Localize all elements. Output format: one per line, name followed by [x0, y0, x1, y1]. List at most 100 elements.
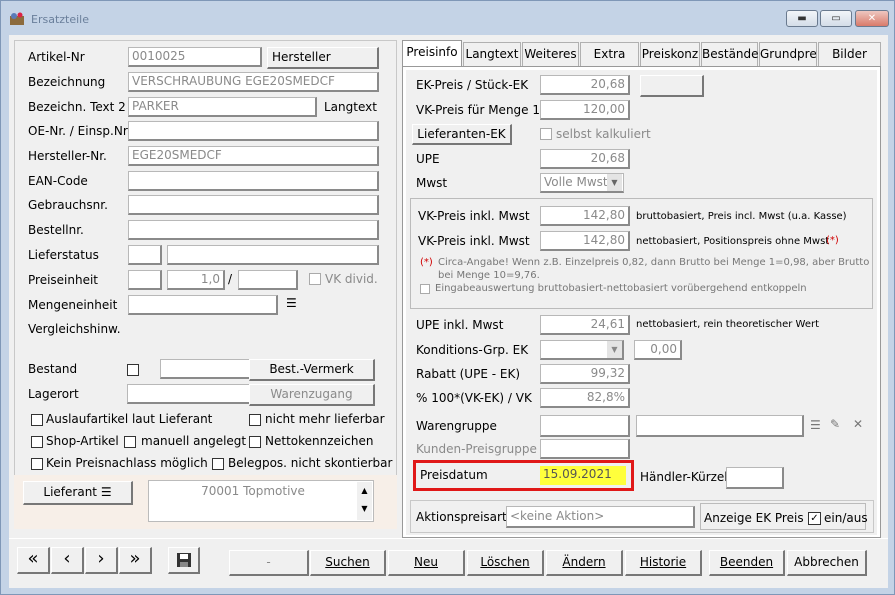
- vk-inkl-field-1[interactable]: 142,80: [540, 206, 630, 226]
- kunden-preisgruppe-field[interactable]: [540, 439, 630, 459]
- lieferant-button-label: Lieferant: [43, 485, 97, 499]
- preisdatum-field[interactable]: 15.09.2021: [540, 466, 626, 485]
- rabatt-field[interactable]: 99,32: [540, 364, 630, 384]
- vk-inkl-field-2[interactable]: 142,80: [540, 231, 630, 251]
- upe-field[interactable]: 20,68: [540, 149, 630, 169]
- tab-bilder[interactable]: Bilder: [818, 42, 881, 66]
- upe-inkl-field[interactable]: 24,61: [540, 315, 630, 335]
- lieferant-textbox[interactable]: 70001 Topmotive ▲ ▼: [148, 480, 374, 522]
- lieferant-scrollbar[interactable]: ▲ ▼: [357, 482, 372, 520]
- neu-button[interactable]: Neu: [388, 550, 465, 576]
- lieferant-button[interactable]: Lieferant ☰: [23, 481, 133, 505]
- kein-preis-checkbox[interactable]: [31, 458, 43, 470]
- bestand-label: Bestand: [28, 362, 78, 376]
- double-left-icon: «: [27, 548, 39, 569]
- netto-checkbox[interactable]: [249, 436, 261, 448]
- hersteller-button[interactable]: Hersteller: [267, 47, 379, 69]
- last-record-button[interactable]: »: [119, 547, 152, 574]
- lagerort-field[interactable]: [127, 384, 267, 404]
- gebrauchsnr-field[interactable]: [128, 195, 379, 215]
- title-bar: Ersatzteile ▬ ▭ ✕: [1, 1, 894, 35]
- ean-field[interactable]: [128, 171, 379, 191]
- best-vermerk-button[interactable]: Best.-Vermerk: [249, 359, 375, 381]
- preiseinheit-unit-field[interactable]: [238, 270, 298, 290]
- belegpos-checkbox[interactable]: [212, 458, 224, 470]
- entkoppeln-label: Eingabeauswertung bruttobasiert-nettobas…: [435, 283, 807, 294]
- bottom-toolbar: « ‹ › » - Suchen Neu Löschen Ändern Hist…: [9, 538, 888, 588]
- suchen-button[interactable]: Suchen: [310, 550, 386, 576]
- first-record-button[interactable]: «: [17, 547, 50, 574]
- app-icon: [10, 12, 24, 25]
- manuell-checkbox[interactable]: [124, 436, 136, 448]
- historie-button[interactable]: Historie: [625, 550, 702, 576]
- entkoppeln-checkbox[interactable]: [420, 284, 430, 294]
- auslauf-checkbox[interactable]: [31, 414, 43, 426]
- bezeichnung-field[interactable]: VERSCHRAUBUNG EGE20SMEDCF: [128, 72, 379, 92]
- chevron-down-icon[interactable]: ▼: [607, 174, 622, 191]
- tab-preisinfo[interactable]: Preisinfo: [402, 40, 462, 67]
- list-icon[interactable]: ☰: [810, 418, 821, 432]
- client-area: Artikel-Nr 0010025 Hersteller Bezeichnun…: [9, 35, 888, 588]
- save-button[interactable]: [168, 547, 200, 574]
- list-icon[interactable]: ☰: [286, 296, 297, 310]
- hersteller-nr-field[interactable]: EGE20SMEDCF: [128, 146, 379, 166]
- maximize-button[interactable]: ▭: [820, 10, 852, 27]
- lieferstatus-code-field[interactable]: [128, 245, 162, 265]
- aktionspreisart-field[interactable]: <keine Aktion>: [506, 506, 695, 528]
- preiseinheit-field[interactable]: 1,0: [167, 270, 225, 290]
- list-icon: ☰: [100, 485, 112, 499]
- minimize-button[interactable]: ▬: [786, 10, 818, 27]
- haendler-kuerzel-field[interactable]: [726, 467, 784, 489]
- prozent-field[interactable]: 82,8%: [540, 388, 630, 408]
- lieferstatus-text-field[interactable]: [167, 245, 379, 265]
- bestand-checkbox[interactable]: [127, 364, 139, 376]
- chevron-down-icon[interactable]: ▼: [607, 341, 622, 358]
- right-icon: ›: [97, 548, 105, 569]
- nicht-mehr-checkbox[interactable]: [249, 414, 261, 426]
- ek-preis-field[interactable]: 20,68: [540, 75, 630, 95]
- scroll-up-icon[interactable]: ▲: [357, 482, 372, 500]
- check-icon[interactable]: ✓: [808, 512, 821, 525]
- close-button[interactable]: ✕: [855, 10, 889, 27]
- bestellnr-label: Bestellnr.: [28, 223, 84, 237]
- beenden-button[interactable]: Beenden: [709, 550, 785, 576]
- abbrechen-button[interactable]: Abbrechen: [787, 550, 867, 576]
- scroll-down-icon[interactable]: ▼: [357, 500, 372, 518]
- gebrauchsnr-label: Gebrauchsnr.: [28, 198, 108, 212]
- loeschen-button[interactable]: Löschen: [467, 550, 544, 576]
- oe-nr-field[interactable]: [128, 121, 379, 141]
- tab-preiskonz[interactable]: Preiskonz: [640, 42, 700, 66]
- warenzugang-button[interactable]: Warenzugang: [249, 384, 375, 406]
- bezeichnung2-field[interactable]: PARKER: [128, 97, 317, 117]
- selbst-kalkuliert-checkbox[interactable]: [540, 128, 552, 140]
- tab-bestaende[interactable]: Bestände: [701, 42, 759, 66]
- delete-icon[interactable]: ✕: [853, 417, 863, 431]
- aendern-button[interactable]: Ändern: [546, 550, 623, 576]
- prev-record-button[interactable]: ‹: [51, 547, 84, 574]
- preiseinheit-label: Preiseinheit: [28, 273, 99, 287]
- warengruppe-text-field[interactable]: [636, 415, 804, 437]
- bezeichnung2-label: Bezeichn. Text 2: [28, 100, 126, 114]
- preisinfo-inner: EK-Preis / Stück-EK 20,68 VK-Preis für M…: [406, 70, 877, 535]
- preiseinheit-code-field[interactable]: [128, 270, 162, 290]
- tab-extra[interactable]: Extra: [580, 42, 639, 66]
- vk-menge-field[interactable]: 120,00: [540, 100, 630, 120]
- bestellnr-field[interactable]: [128, 220, 379, 240]
- tab-weiteres[interactable]: Weiteres: [522, 42, 579, 66]
- aktionspreisart-label: Aktionspreisart: [416, 510, 507, 524]
- preisinfo-panel: EK-Preis / Stück-EK 20,68 VK-Preis für M…: [402, 66, 881, 538]
- next-record-button[interactable]: ›: [85, 547, 118, 574]
- lieferanten-ek-button[interactable]: Lieferanten-EK: [412, 124, 512, 145]
- shop-checkbox[interactable]: [31, 436, 43, 448]
- tab-grundpreis[interactable]: Grundpre: [759, 42, 817, 66]
- warengruppe-code-field[interactable]: [540, 415, 630, 437]
- artikel-nr-field[interactable]: 0010025: [128, 47, 262, 67]
- tab-langtext[interactable]: Langtext: [463, 42, 521, 66]
- mengeneinheit-field[interactable]: [128, 295, 278, 315]
- mwst-value: Volle Mwst: [544, 175, 608, 189]
- konditions-value[interactable]: 0,00: [634, 340, 682, 360]
- ek-extra-button[interactable]: [640, 75, 704, 97]
- vk-divid-checkbox[interactable]: [309, 273, 321, 285]
- dash-button[interactable]: -: [229, 550, 309, 576]
- edit-icon[interactable]: ✎: [830, 417, 840, 431]
